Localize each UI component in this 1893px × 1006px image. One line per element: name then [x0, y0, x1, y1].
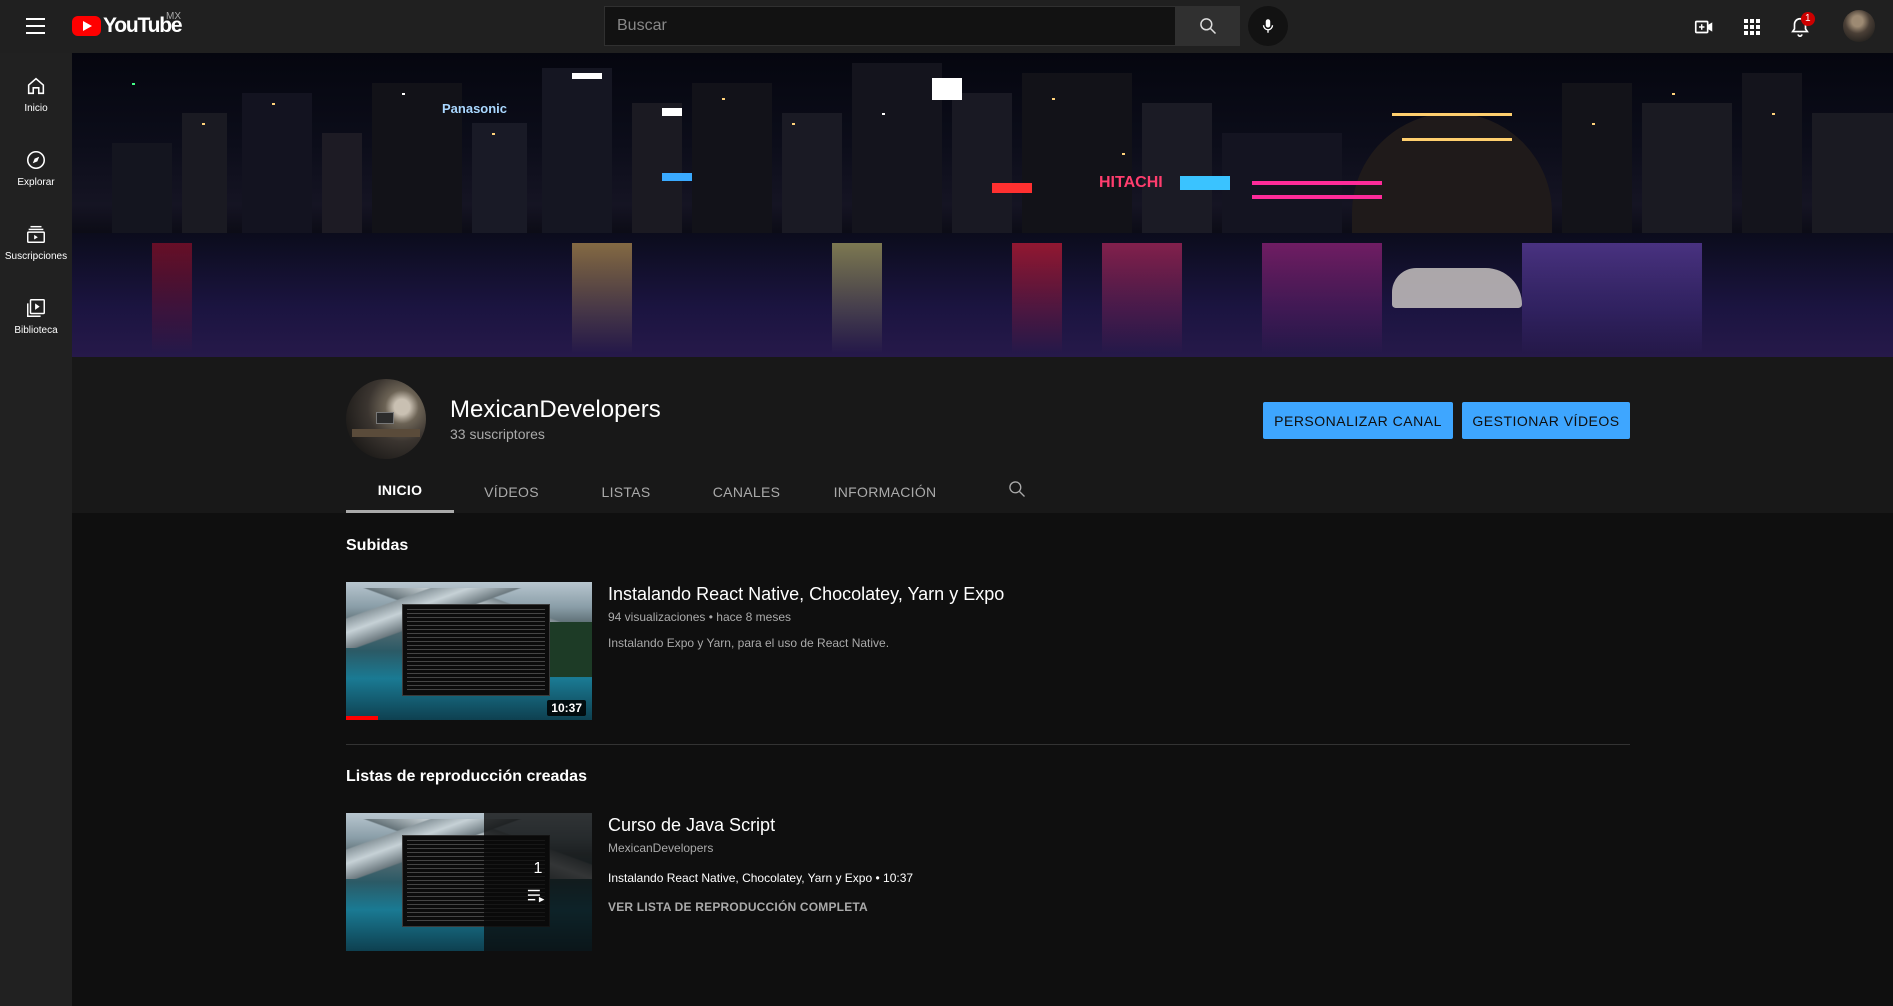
watch-progress-bar: [346, 716, 378, 720]
sidebar-item-suscripciones[interactable]: Suscripciones: [0, 201, 72, 275]
sidebar-item-explorar[interactable]: Explorar: [0, 127, 72, 201]
apps-button[interactable]: [1736, 11, 1768, 43]
sidebar-item-label: Biblioteca: [14, 325, 58, 336]
meta-separator: •: [708, 610, 713, 624]
search-button[interactable]: [1176, 6, 1240, 46]
view-full-playlist-link[interactable]: VER LISTA DE REPRODUCCIÓN COMPLETA: [608, 900, 868, 914]
video-meta: 94 visualizaciones • hace 8 meses: [608, 610, 791, 624]
playlist-item-title: Instalando React Native, Chocolatey, Yar…: [608, 871, 873, 885]
search-icon: [1200, 18, 1217, 35]
mic-icon: [1262, 19, 1274, 33]
channel-avatar[interactable]: [346, 379, 426, 459]
subscriptions-icon: [27, 225, 45, 243]
channel-search-button[interactable]: [1005, 477, 1029, 501]
search-box: [604, 6, 1240, 46]
section-divider: [346, 744, 1630, 745]
banner-neon-hitachi: HITACHI: [1099, 174, 1163, 191]
channel-banner: Panasonic HITACHI: [72, 53, 1893, 357]
sidebar-item-biblioteca[interactable]: Biblioteca: [0, 275, 72, 349]
tab-inicio[interactable]: INICIO: [346, 470, 454, 513]
voice-search-button[interactable]: [1248, 6, 1288, 46]
create-button[interactable]: [1688, 11, 1720, 43]
sidebar-item-inicio[interactable]: Inicio: [0, 53, 72, 127]
banner-neon-panasonic: Panasonic: [442, 101, 508, 116]
tab-informacion[interactable]: INFORMACIÓN: [810, 470, 960, 513]
channel-tabs: INICIO VÍDEOS LISTAS CANALES INFORMACIÓN: [346, 470, 960, 513]
notifications-button[interactable]: 1: [1784, 11, 1816, 43]
apps-grid-icon: [1744, 19, 1760, 35]
youtube-logo[interactable]: YouTube MX: [72, 11, 183, 38]
video-views: 94 visualizaciones: [608, 610, 706, 624]
country-code: MX: [166, 11, 181, 22]
playlist-overlay: 1: [484, 813, 592, 951]
tab-listas[interactable]: LISTAS: [569, 470, 683, 513]
video-thumbnail[interactable]: 10:37: [346, 582, 592, 720]
menu-icon[interactable]: [22, 14, 50, 38]
playlist-channel[interactable]: MexicanDevelopers: [608, 841, 713, 855]
video-title[interactable]: Instalando React Native, Chocolatey, Yar…: [608, 584, 1004, 605]
video-age: hace 8 meses: [716, 610, 791, 624]
video-description: Instalando Expo y Yarn, para el uso de R…: [608, 636, 890, 650]
subscriber-count: 33 suscriptores: [450, 426, 545, 442]
top-bar: YouTube MX 1: [0, 0, 1893, 53]
account-avatar[interactable]: [1843, 10, 1875, 42]
library-icon: [27, 299, 45, 317]
playlist-item-duration: 10:37: [883, 871, 914, 885]
manage-videos-button[interactable]: GESTIONAR VÍDEOS: [1462, 402, 1630, 439]
compass-icon: [26, 150, 46, 170]
tab-canales[interactable]: CANALES: [683, 470, 810, 513]
playlist-icon: [527, 889, 545, 903]
customize-channel-button[interactable]: PERSONALIZAR CANAL: [1263, 402, 1453, 439]
sidebar-item-label: Explorar: [17, 177, 55, 188]
meta-separator: •: [875, 871, 880, 885]
notification-badge: 1: [1801, 12, 1815, 26]
search-icon: [1009, 481, 1025, 497]
search-input[interactable]: [604, 6, 1176, 46]
playlist-title[interactable]: Curso de Java Script: [608, 815, 775, 836]
video-duration: 10:37: [547, 700, 586, 716]
sidebar-item-label: Suscripciones: [4, 251, 68, 262]
youtube-play-icon: [72, 16, 101, 36]
channel-name: MexicanDevelopers: [450, 396, 661, 423]
mini-sidebar: Inicio Explorar Suscripciones Biblioteca: [0, 53, 72, 1006]
tab-videos[interactable]: VÍDEOS: [454, 470, 569, 513]
sidebar-item-label: Inicio: [24, 103, 48, 114]
uploads-section-title: Subidas: [346, 537, 409, 554]
playlist-count: 1: [533, 860, 543, 877]
playlists-section-title: Listas de reproducción creadas: [346, 768, 587, 785]
playlist-thumbnail[interactable]: 1: [346, 813, 592, 951]
home-icon: [27, 77, 45, 95]
playlist-first-item[interactable]: Instalando React Native, Chocolatey, Yar…: [608, 871, 913, 885]
create-video-icon: [1694, 20, 1713, 34]
